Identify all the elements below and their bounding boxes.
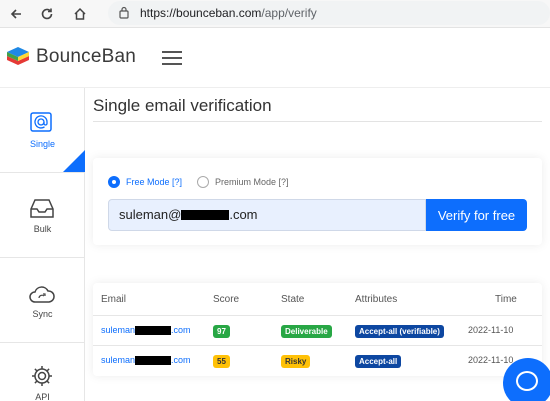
app-header: BounceBan (0, 28, 550, 88)
column-header-time: Time (495, 294, 517, 305)
radio-dot (197, 176, 209, 188)
verify-button[interactable]: Verify for free (426, 199, 527, 231)
sidebar-item-label: Bulk (33, 224, 52, 234)
radio-label: Premium Mode [?] (215, 177, 289, 187)
email-cell[interactable]: suleman .com (101, 325, 191, 336)
gear-icon (32, 366, 52, 386)
radio-label: Free Mode [?] (126, 177, 183, 187)
column-header-score: Score (213, 294, 240, 305)
browser-toolbar: https://bounceban.com/app/verify (0, 0, 550, 28)
score-cell: 55 (213, 355, 230, 368)
stacked-boxes-icon (7, 47, 29, 65)
column-header-state: State (281, 294, 305, 305)
redacted-text (135, 325, 172, 335)
arrow-left-icon[interactable] (6, 4, 26, 24)
time-cell: 2022-11-10 (468, 325, 514, 335)
sidebar-item-single[interactable]: Single (0, 88, 85, 173)
attributes-cell: Accept-all (355, 355, 402, 368)
cloud-sync-icon (29, 286, 55, 303)
page-info-icon[interactable] (118, 6, 130, 24)
free-mode-radio[interactable]: Free Mode [?] (108, 176, 182, 188)
at-sign-icon (30, 112, 52, 132)
sidebar: Single Bulk Sync API (0, 88, 85, 401)
page-title: Single email verification (93, 96, 272, 115)
results-table: Email Score State Attributes Time sulema… (93, 283, 542, 376)
sidebar-item-label: Single (29, 139, 56, 149)
table-row[interactable]: suleman .com 97 Deliverable Accept-all (v… (93, 315, 542, 345)
state-cell: Deliverable (281, 325, 332, 338)
sidebar-item-sync[interactable]: Sync (0, 258, 85, 343)
redacted-text (181, 209, 230, 220)
radio-dot (108, 176, 120, 188)
logo-text: BounceBan (36, 46, 137, 67)
table-row[interactable]: suleman .com 55 Risky Accept-all 2022-11-… (93, 345, 542, 375)
hamburger-menu-icon[interactable] (162, 51, 182, 67)
address-bar[interactable]: https://bounceban.com/app/verify (108, 1, 550, 25)
state-badge: Deliverable (281, 325, 332, 338)
attribute-badge: Accept-all (355, 355, 402, 368)
active-indicator (63, 150, 85, 172)
sidebar-item-bulk[interactable]: Bulk (0, 173, 85, 258)
home-icon[interactable] (70, 4, 90, 24)
reload-icon[interactable] (37, 4, 57, 24)
sidebar-item-api[interactable]: API (0, 343, 85, 401)
attributes-cell: Accept-all (verifiable) (355, 325, 444, 338)
column-header-email: Email (101, 294, 127, 305)
logo[interactable]: BounceBan (6, 46, 136, 68)
score-badge: 97 (213, 325, 230, 338)
divider (93, 121, 542, 122)
email-input[interactable]: suleman@ .com (108, 199, 426, 231)
sidebar-item-label: Sync (32, 309, 53, 319)
premium-mode-radio[interactable]: Premium Mode [?] (197, 176, 289, 188)
attribute-badge: Accept-all (verifiable) (355, 325, 444, 338)
inbox-icon (30, 199, 54, 218)
redacted-text (135, 355, 172, 365)
state-cell: Risky (281, 355, 311, 368)
email-cell[interactable]: suleman .com (101, 355, 191, 366)
url-text: https://bounceban.com/app/verify (140, 6, 317, 20)
state-badge: Risky (281, 355, 311, 368)
score-badge: 55 (213, 355, 230, 368)
verify-card: Free Mode [?] Premium Mode [?] suleman@.… (93, 158, 542, 245)
chat-bubble-icon[interactable] (503, 358, 550, 401)
chat-inner-ring (516, 371, 538, 391)
sidebar-item-label: API (35, 392, 50, 401)
score-cell: 97 (213, 325, 230, 338)
column-header-attributes: Attributes (355, 294, 398, 305)
time-cell: 2022-11-10 (468, 355, 514, 365)
